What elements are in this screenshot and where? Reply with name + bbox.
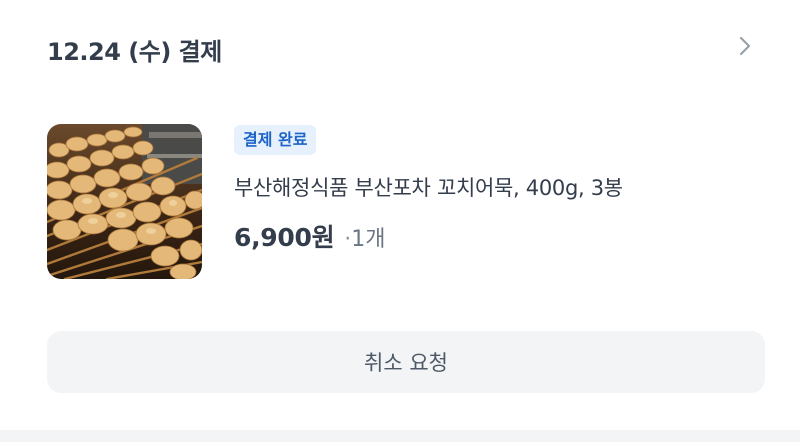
product-price: 6,900원 [234,223,335,252]
cancel-request-label: 취소 요청 [364,351,448,375]
product-thumbnail[interactable] [47,124,202,279]
cancel-request-button[interactable]: 취소 요청 [47,331,765,393]
status-badge: 결제 완료 [234,125,317,155]
section-divider [0,430,800,442]
chevron-right-icon[interactable] [735,34,755,58]
order-card: 12.24 (수) 결제 결제 완료 부산해정식품 부산포차 꼬치어묵, 400… [0,0,800,430]
order-date-title: 12.24 (수) 결제 [47,38,222,66]
price-line: 6,900원 ·1개 [234,218,386,254]
product-quantity: 1개 [351,227,386,252]
product-name[interactable]: 부산해정식품 부산포차 꼬치어묵, 400g, 3봉 [234,172,623,202]
